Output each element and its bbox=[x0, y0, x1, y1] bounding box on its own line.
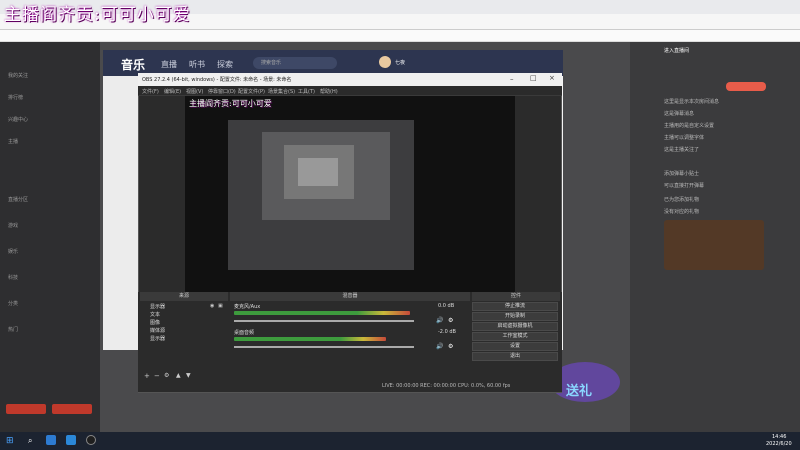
speaker-icon[interactable]: 🔊 bbox=[436, 317, 443, 324]
volume-meter bbox=[234, 337, 386, 341]
controls-dock-title: 控件 bbox=[472, 292, 560, 301]
obs-menubar: 文件(F) 编辑(E) 视图(V) 停靠窗口(D) 配置文件(P) 场景集合(S… bbox=[138, 86, 562, 96]
chat-message: 这里是显示本次房间消息 bbox=[664, 99, 720, 105]
exit-button[interactable]: 退出 bbox=[472, 352, 558, 361]
sidebar-item-6[interactable]: 娱乐 bbox=[8, 248, 18, 255]
mixer-track-name: 桌面音频 bbox=[234, 330, 255, 336]
music-username: 七夜 bbox=[395, 60, 406, 66]
edge-icon[interactable] bbox=[46, 435, 56, 445]
obs-titlebar: OBS 27.2.4 (64-bit, windows) - 配置文件: 未命名… bbox=[138, 73, 562, 86]
chat-panel: 进入直播间 这里是显示本次房间消息 这是弹幕消息 主播用的是自定义设置 主播可以… bbox=[550, 42, 800, 432]
music-app-sidebar bbox=[103, 76, 138, 350]
source-item[interactable]: 文本 bbox=[150, 311, 160, 318]
move-up-icon[interactable]: ▲ bbox=[176, 372, 181, 379]
sources-dock-title: 来源 bbox=[140, 292, 228, 301]
chat-message: 主播用的是自定义设置 bbox=[664, 123, 715, 129]
music-tab-1[interactable]: 听书 bbox=[189, 59, 205, 70]
sidebar-item-5[interactable]: 游戏 bbox=[8, 222, 18, 229]
chat-message: 可以直接打开弹幕 bbox=[664, 183, 705, 189]
chat-message: 这是弹幕消息 bbox=[664, 111, 695, 117]
eye-icon[interactable]: ◉ bbox=[210, 303, 214, 309]
menu-item-tools[interactable]: 工具(T) bbox=[298, 88, 315, 95]
menu-item-help[interactable]: 帮助(H) bbox=[320, 88, 338, 95]
source-item[interactable]: 媒体源 bbox=[150, 327, 165, 334]
menu-item-edit[interactable]: 编辑(E) bbox=[164, 88, 181, 95]
sidebar-item-9[interactable]: 热门 bbox=[8, 326, 18, 333]
windows-taskbar: ⊞ ⌕ 14:46 2022/6/20 bbox=[0, 432, 800, 450]
minimize-icon[interactable]: – bbox=[510, 75, 514, 83]
lock-icon[interactable]: ▣ bbox=[218, 303, 223, 309]
mixer-track-db: -2.0 dB bbox=[438, 329, 456, 335]
chat-message: 添加弹幕小贴士 bbox=[664, 171, 700, 177]
add-source-icon[interactable]: + bbox=[144, 372, 150, 380]
mixer-dock-title: 混音器 bbox=[230, 292, 470, 301]
volume-slider[interactable] bbox=[234, 320, 414, 322]
stream-overlay-title: 主播阎齐贡:可可小可爱 bbox=[4, 5, 191, 25]
source-item[interactable]: 显示器 bbox=[150, 303, 165, 310]
remove-source-icon[interactable]: − bbox=[154, 372, 160, 380]
volume-meter bbox=[234, 311, 410, 315]
source-item[interactable]: 图像 bbox=[150, 319, 160, 326]
chat-message: 没有对应的礼物 bbox=[664, 209, 700, 215]
chat-message: 主播可以调整字体 bbox=[664, 135, 705, 141]
mixer-track-name: 麦克风/Aux bbox=[234, 304, 261, 310]
speaker-icon[interactable]: 🔊 bbox=[436, 343, 443, 350]
menu-item-view[interactable]: 视图(V) bbox=[186, 88, 203, 95]
chat-message: 这是主播关注了 bbox=[664, 147, 700, 153]
sidebar-item-7[interactable]: 科技 bbox=[8, 274, 18, 281]
chat-message: 已为您添加礼物 bbox=[664, 197, 700, 203]
search-icon[interactable]: ⌕ bbox=[28, 436, 32, 446]
studio-mode-button[interactable]: 工作室模式 bbox=[472, 332, 558, 341]
sidebar-item-1[interactable]: 排行榜 bbox=[8, 94, 23, 101]
chat-header: 进入直播间 bbox=[664, 48, 690, 54]
sidebar-item-8[interactable]: 分类 bbox=[8, 300, 18, 307]
start-virtualcam-button[interactable]: 启动虚拟摄像机 bbox=[472, 322, 558, 331]
menu-item-scene-collection[interactable]: 场景集合(S) bbox=[268, 88, 295, 95]
obs-window-title: OBS 27.2.4 (64-bit, windows) - 配置文件: 未命名… bbox=[142, 77, 292, 83]
menu-item-profile[interactable]: 配置文件(P) bbox=[238, 88, 265, 95]
menu-item-file[interactable]: 文件(F) bbox=[142, 88, 159, 95]
maximize-icon[interactable]: □ bbox=[530, 74, 537, 82]
status-bar: LIVE: 00:00:00 REC: 00:00:00 CPU: 0.0%, … bbox=[382, 383, 511, 389]
gear-icon[interactable]: ⚙ bbox=[164, 372, 169, 379]
start-recording-button[interactable]: 开始录制 bbox=[472, 312, 558, 321]
music-search-input[interactable]: 搜索音乐 bbox=[253, 57, 337, 69]
sidebar-item-3[interactable]: 主播 bbox=[8, 138, 18, 145]
follow-button[interactable] bbox=[6, 404, 46, 414]
sidebar-item-0[interactable]: 我的关注 bbox=[8, 72, 28, 79]
avatar[interactable] bbox=[379, 56, 391, 68]
nested-capture-4 bbox=[298, 158, 338, 186]
taskbar-date: 2022/6/20 bbox=[766, 441, 792, 447]
system-notice bbox=[664, 220, 764, 270]
gift-banner: 送礼 bbox=[566, 384, 593, 399]
music-tab-0[interactable]: 直播 bbox=[161, 59, 177, 70]
obs-icon[interactable] bbox=[86, 435, 96, 445]
settings-icon[interactable]: ⚙ bbox=[448, 317, 453, 324]
settings-icon[interactable]: ⚙ bbox=[448, 343, 453, 350]
browser-icon[interactable] bbox=[66, 435, 76, 445]
bookmarks-bar bbox=[0, 30, 800, 42]
source-item[interactable]: 显示器 bbox=[150, 335, 165, 342]
music-app-title: 音乐 bbox=[121, 58, 146, 72]
subscribe-button[interactable] bbox=[52, 404, 92, 414]
move-down-icon[interactable]: ▼ bbox=[186, 372, 191, 379]
mixer-track-db: 0.0 dB bbox=[438, 303, 455, 309]
start-menu-icon[interactable]: ⊞ bbox=[6, 436, 14, 446]
volume-slider[interactable] bbox=[234, 346, 414, 348]
stop-streaming-button[interactable]: 停止推流 bbox=[472, 302, 558, 311]
sidebar-item-4[interactable]: 直播分区 bbox=[8, 196, 28, 203]
sidebar-item-2[interactable]: 兴趣中心 bbox=[8, 116, 28, 123]
pc-badge[interactable] bbox=[726, 82, 766, 91]
preview-caption: 主播阎齐贡:可可小可爱 bbox=[189, 99, 272, 108]
menu-item-docks[interactable]: 停靠窗口(D) bbox=[208, 88, 236, 95]
music-tab-2[interactable]: 探索 bbox=[217, 59, 233, 70]
settings-button[interactable]: 设置 bbox=[472, 342, 558, 351]
site-sidebar: 我的关注 排行榜 兴趣中心 主播 直播分区 游戏 娱乐 科技 分类 热门 bbox=[0, 42, 100, 432]
close-icon[interactable]: × bbox=[549, 74, 555, 82]
taskbar-time: 14:46 bbox=[772, 434, 787, 440]
